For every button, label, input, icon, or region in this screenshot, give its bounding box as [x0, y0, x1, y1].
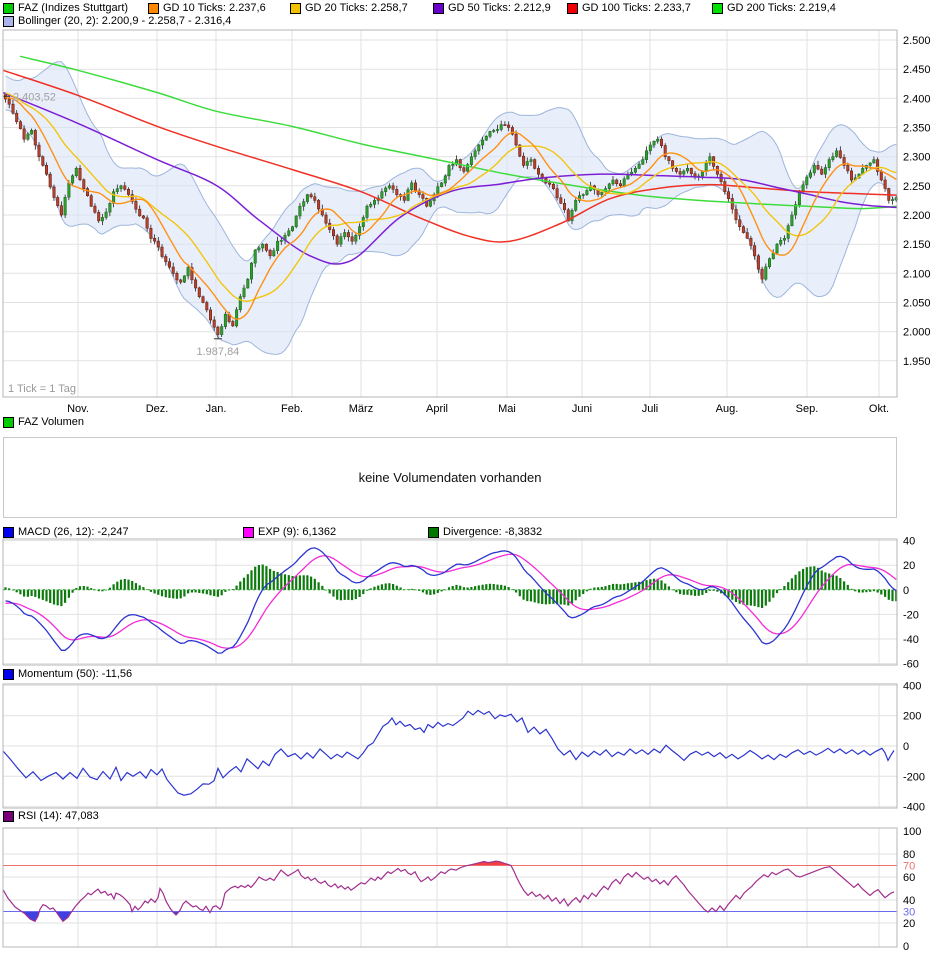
svg-text:40: 40: [903, 895, 915, 907]
svg-text:2.350: 2.350: [903, 123, 931, 135]
svg-text:1.950: 1.950: [903, 356, 931, 368]
volume-legend: FAZ Volumen: [0, 416, 940, 429]
momentum-line: [2, 709, 895, 796]
month-label: Mai: [498, 403, 516, 415]
month-label: Jan.: [206, 403, 227, 415]
month-label: April: [426, 403, 448, 415]
rsi-legend-swatch-icon: [3, 810, 14, 822]
svg-text:2.200: 2.200: [903, 210, 931, 222]
svg-text:2.300: 2.300: [903, 152, 931, 164]
rsi-panel: 100 807060 403020 0: [2, 826, 921, 953]
month-label: Juni: [572, 403, 592, 415]
svg-text:-20: -20: [903, 609, 919, 621]
main-legend-swatch-icon: [712, 2, 723, 14]
main-legend-item: GD 20 Ticks: 2.258,7: [290, 2, 408, 14]
svg-text:2.250: 2.250: [903, 181, 931, 193]
macd-legend-label: MACD (26, 12): -2,247: [18, 526, 129, 538]
main-chart-panel: 2.403,52 1.987,84 1 Tick = 1 Tag 2.500 2.450…: [2, 29, 931, 415]
bollinger-legend-label: Bollinger (20, 2): 2.200,9 - 2.258,7 - 2…: [18, 15, 232, 27]
svg-text:80: 80: [903, 849, 915, 861]
svg-text:60: 60: [903, 872, 915, 884]
volume-empty-message: keine Volumendaten vorhanden: [358, 470, 542, 485]
rsi-line: [2, 860, 895, 923]
macd-legend: MACD (26, 12): -2,247 EXP (9): 6,1362 Dive…: [0, 526, 940, 539]
main-legend-swatch-icon: [433, 2, 444, 14]
volume-legend-label: FAZ Volumen: [18, 416, 85, 428]
macd-legend-item: MACD (26, 12): -2,247: [3, 526, 129, 538]
month-label: Juli: [642, 403, 659, 415]
month-label: Okt.: [869, 403, 889, 415]
macd-legend-label: EXP (9): 6,1362: [258, 526, 337, 538]
main-legend-item: GD 100 Ticks: 2.233,7: [567, 2, 691, 14]
svg-text:2.100: 2.100: [903, 268, 931, 280]
macd-legend-item: EXP (9): 6,1362: [243, 526, 336, 538]
volume-legend-item: FAZ Volumen: [3, 416, 84, 428]
main-legend-row1: FAZ (Indizes Stuttgart) GD 10 Ticks: 2.23…: [0, 2, 940, 15]
min-annotation: 1.987,84: [196, 346, 239, 358]
rsi-overbought-fill: [467, 861, 511, 866]
momentum-legend-item: Momentum (50): -11,56: [3, 668, 132, 680]
svg-text:0: 0: [903, 941, 909, 953]
macd-panel: 40200-20-40-60: [2, 536, 919, 671]
momentum-legend: Momentum (50): -11,56: [0, 668, 940, 681]
main-legend-item: GD 10 Ticks: 2.237,6: [148, 2, 266, 14]
main-legend-swatch-icon: [148, 2, 159, 14]
momentum-legend-label: Momentum (50): -11,56: [18, 668, 133, 680]
macd-legend-swatch-icon: [428, 526, 439, 538]
momentum-panel: 4002000-200-400: [2, 680, 925, 814]
tick-note: 1 Tick = 1 Tag: [8, 383, 76, 395]
macd-legend-swatch-icon: [3, 526, 14, 538]
macd-legend-label: Divergence: -8,3832: [443, 526, 543, 538]
svg-text:2.400: 2.400: [903, 93, 931, 105]
svg-text:400: 400: [903, 680, 921, 692]
bollinger-legend-swatch-icon: [3, 15, 14, 27]
month-label: Dez.: [146, 403, 169, 415]
svg-text:2.500: 2.500: [903, 35, 931, 47]
month-label: Nov.: [67, 403, 89, 415]
svg-text:2.450: 2.450: [903, 64, 931, 76]
bollinger-band: [5, 61, 897, 355]
svg-text:100: 100: [903, 826, 921, 838]
main-legend-row2: Bollinger (20, 2): 2.200,9 - 2.258,7 - 2…: [0, 15, 940, 28]
main-legend-label: GD 200 Ticks: 2.219,4: [727, 2, 836, 14]
main-legend-swatch-icon: [3, 2, 14, 14]
main-legend-label: GD 50 Ticks: 2.212,9: [448, 2, 551, 14]
bollinger-legend-item: Bollinger (20, 2): 2.200,9 - 2.258,7 - 2…: [3, 15, 231, 27]
svg-text:0: 0: [903, 741, 909, 753]
rsi-legend-item: RSI (14): 47,083: [3, 810, 99, 822]
main-legend-item: FAZ (Indizes Stuttgart): [3, 2, 128, 14]
month-label: Aug.: [716, 403, 739, 415]
main-legend-item: GD 50 Ticks: 2.212,9: [433, 2, 551, 14]
svg-text:2.150: 2.150: [903, 239, 931, 251]
faz-chart-page: 2.403,52 1.987,84 1 Tick = 1 Tag 2.500 2.450…: [0, 0, 940, 958]
macd-legend-item: Divergence: -8,3832: [428, 526, 542, 538]
main-legend-swatch-icon: [567, 2, 578, 14]
svg-text:20: 20: [903, 918, 915, 930]
volume-empty-panel: keine Volumendaten vorhanden: [3, 437, 897, 518]
svg-text:2.050: 2.050: [903, 298, 931, 310]
momentum-legend-swatch-icon: [3, 668, 14, 680]
svg-text:-40: -40: [903, 634, 919, 646]
volume-legend-swatch-icon: [3, 416, 14, 428]
main-legend-item: GD 200 Ticks: 2.219,4: [712, 2, 836, 14]
main-legend-label: GD 10 Ticks: 2.237,6: [163, 2, 266, 14]
main-legend-swatch-icon: [290, 2, 301, 14]
svg-text:0: 0: [903, 585, 909, 597]
month-label: Feb.: [281, 403, 303, 415]
max-annotation: 2.403,52: [13, 91, 56, 103]
svg-text:30: 30: [903, 907, 915, 919]
svg-text:2.000: 2.000: [903, 327, 931, 339]
svg-text:70: 70: [903, 861, 915, 873]
svg-text:200: 200: [903, 711, 921, 723]
main-legend-label: GD 100 Ticks: 2.233,7: [582, 2, 691, 14]
rsi-legend-label: RSI (14): 47,083: [18, 810, 99, 822]
macd-legend-swatch-icon: [243, 526, 254, 538]
main-legend-label: FAZ (Indizes Stuttgart): [18, 2, 129, 14]
svg-text:20: 20: [903, 560, 915, 572]
month-label: März: [349, 403, 373, 415]
main-legend-label: GD 20 Ticks: 2.258,7: [305, 2, 408, 14]
rsi-legend: RSI (14): 47,083: [0, 810, 940, 823]
svg-text:-200: -200: [903, 771, 925, 783]
month-label: Sep.: [796, 403, 819, 415]
